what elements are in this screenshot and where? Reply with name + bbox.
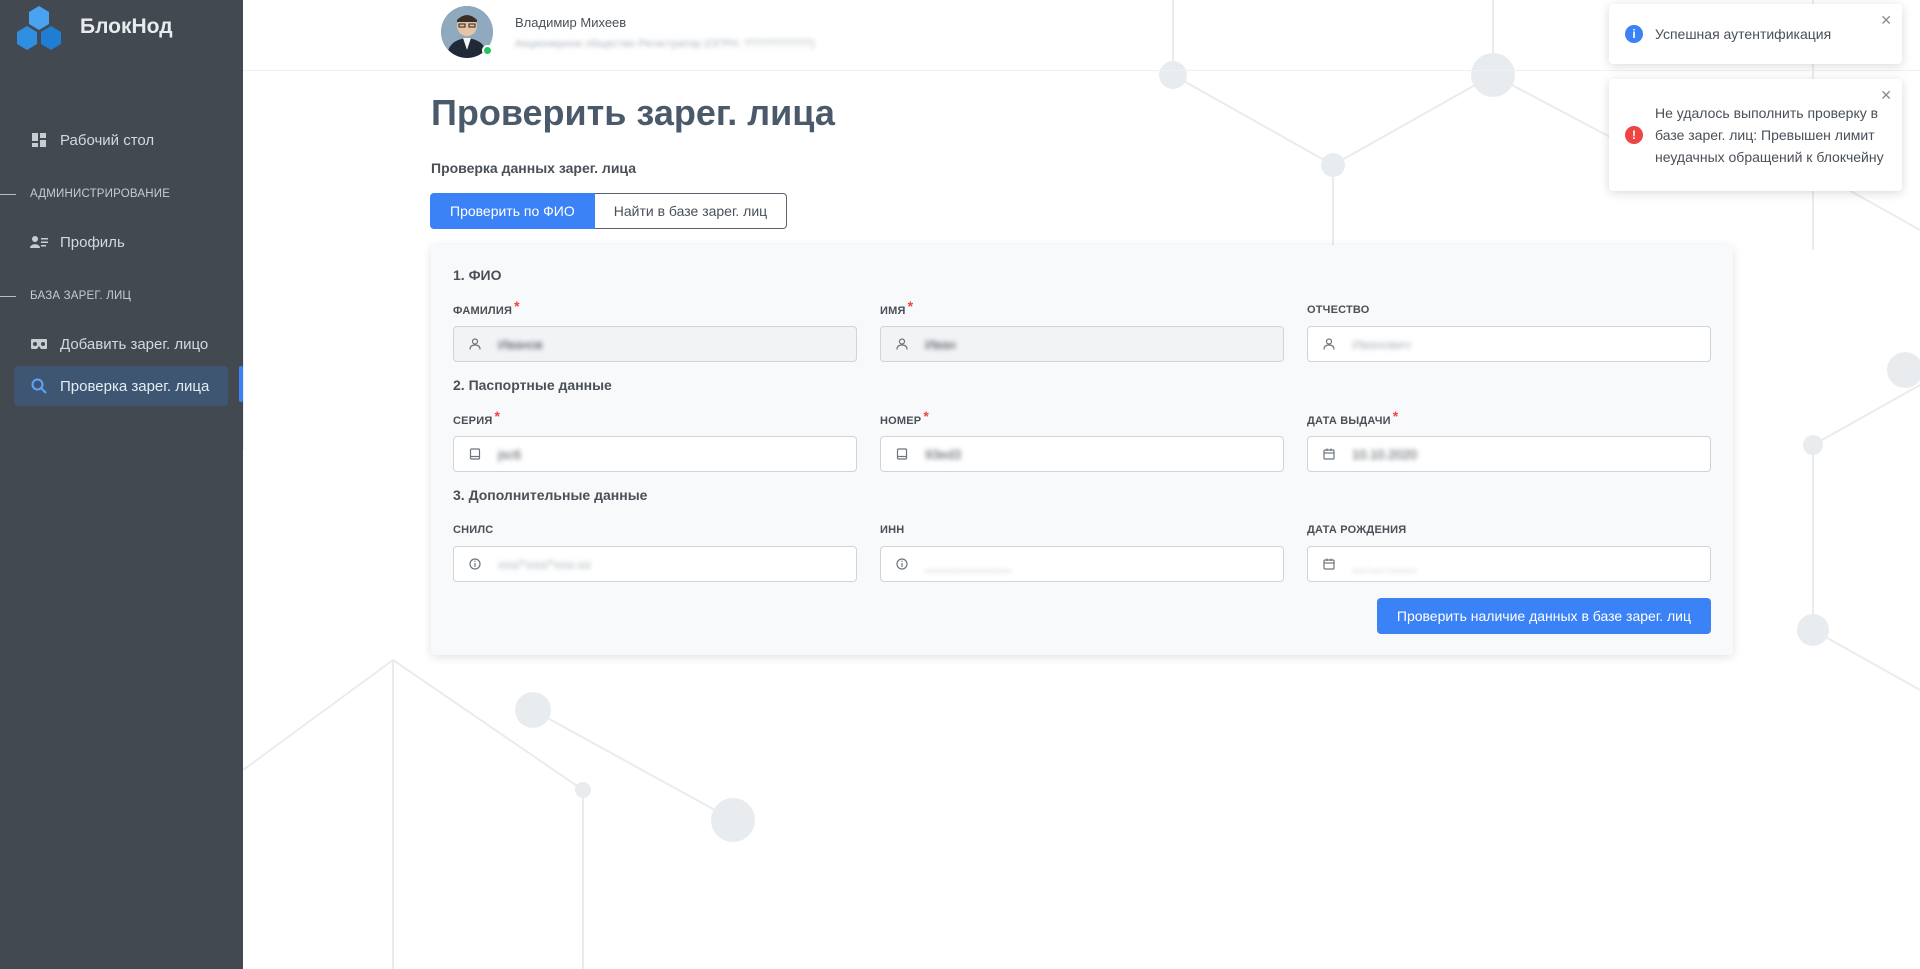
sidebar-item-check-registered[interactable]: Проверка зарег. лица (14, 366, 228, 406)
check-form-card: 1. ФИО ФАМИЛИЯ* ИМЯ* ОТЧЕСТВО 2. Паспорт… (431, 245, 1733, 655)
calendar-icon (1322, 447, 1336, 461)
header-divider (243, 70, 1920, 71)
issue-date-field[interactable] (1307, 436, 1711, 472)
surname-input[interactable] (498, 336, 838, 352)
birth-date-label: ДАТА РОЖДЕНИЯ (1307, 524, 1407, 536)
close-icon[interactable]: ✕ (1880, 12, 1892, 29)
patronymic-input[interactable] (1352, 336, 1692, 352)
profile-card-icon (30, 233, 48, 251)
inn-input[interactable] (925, 556, 1265, 572)
toast-message: Не удалось выполнить проверку в базе зар… (1655, 105, 1884, 165)
page-title: Проверить зарег. лица (431, 92, 835, 133)
sidebar-item-label: Проверка зарег. лица (60, 377, 210, 395)
calendar-icon (1322, 557, 1336, 571)
info-circle-icon: i (1625, 25, 1643, 43)
birth-date-input[interactable] (1352, 556, 1692, 572)
inn-field[interactable] (880, 546, 1284, 582)
sidebar-section-registered-db: БАЗА ЗАРЕГ. ЛИЦ (0, 286, 243, 306)
close-icon[interactable]: ✕ (1880, 87, 1892, 104)
number-input[interactable] (925, 446, 1265, 462)
name-field[interactable] (880, 326, 1284, 362)
section-title-passport: 2. Паспортные данные (453, 377, 612, 393)
patronymic-label: ОТЧЕСТВО (1307, 304, 1370, 316)
page-subtitle: Проверка данных зарег. лица (431, 160, 636, 176)
tab-search-database[interactable]: Найти в базе зарег. лиц (594, 193, 788, 229)
series-field[interactable] (453, 436, 857, 472)
tab-check-by-name[interactable]: Проверить по ФИО (430, 193, 595, 229)
brand-name: БлокНод (80, 15, 173, 38)
snils-label: СНИЛС (453, 524, 494, 536)
check-database-button[interactable]: Проверить наличие данных в базе зарег. л… (1376, 598, 1711, 634)
book-icon (895, 447, 909, 461)
issue-date-input[interactable] (1352, 446, 1692, 462)
sidebar-item-dashboard[interactable]: Рабочий стол (14, 120, 228, 160)
toast-success: i Успешная аутентификация ✕ (1609, 4, 1902, 64)
section-title-additional: 3. Дополнительные данные (453, 487, 648, 503)
info-icon (468, 557, 482, 571)
number-field[interactable] (880, 436, 1284, 472)
snils-input[interactable] (498, 556, 838, 572)
birth-date-field[interactable] (1307, 546, 1711, 582)
vr-glasses-icon (30, 335, 48, 353)
series-label: СЕРИЯ * (453, 408, 501, 427)
patronymic-field[interactable] (1307, 326, 1711, 362)
toast-message: Успешная аутентификация (1655, 26, 1832, 42)
snils-field[interactable] (453, 546, 857, 582)
inn-label: ИНН (880, 524, 905, 536)
number-label: НОМЕР * (880, 408, 929, 427)
sidebar-item-label: Добавить зарег. лицо (60, 335, 209, 353)
user-icon (1322, 337, 1336, 351)
online-status-dot (482, 45, 493, 56)
surname-field[interactable] (453, 326, 857, 362)
name-label: ИМЯ * (880, 298, 914, 317)
exclamation-circle-icon: ! (1625, 126, 1643, 144)
avatar (441, 6, 493, 58)
sidebar-item-profile[interactable]: Профиль (14, 222, 228, 262)
user-name: Владимир Михеев (515, 14, 627, 30)
toast-error: ! Не удалось выполнить проверку в базе з… (1609, 79, 1902, 191)
active-nav-marker (239, 366, 243, 402)
sidebar-item-add-registered[interactable]: Добавить зарег. лицо (14, 324, 228, 364)
hexagons-logo-icon (17, 6, 61, 50)
mode-tabs: Проверить по ФИО Найти в базе зарег. лиц (430, 193, 788, 229)
search-icon (30, 377, 48, 395)
series-input[interactable] (498, 446, 838, 462)
dashboard-icon (30, 131, 48, 149)
sidebar-section-administration: АДМИНИСТРИРОВАНИЕ (0, 184, 243, 204)
section-title-fio: 1. ФИО (453, 267, 502, 283)
info-icon (895, 557, 909, 571)
brand[interactable]: БлокНод (12, 4, 173, 58)
user-icon (468, 337, 482, 351)
user-organization: Акционерное общество Регистратор (ОГРН: … (515, 37, 815, 50)
sidebar-item-label: Профиль (60, 233, 125, 251)
sidebar-item-label: Рабочий стол (60, 131, 155, 149)
book-icon (468, 447, 482, 461)
user-profile[interactable]: Владимир Михеев Акционерное общество Рег… (441, 6, 815, 58)
sidebar: БлокНод Рабочий стол АДМИНИСТРИРОВАНИЕ П… (0, 0, 243, 969)
issue-date-label: ДАТА ВЫДАЧИ * (1307, 408, 1399, 427)
user-icon (895, 337, 909, 351)
surname-label: ФАМИЛИЯ * (453, 298, 520, 317)
name-input[interactable] (925, 336, 1265, 352)
